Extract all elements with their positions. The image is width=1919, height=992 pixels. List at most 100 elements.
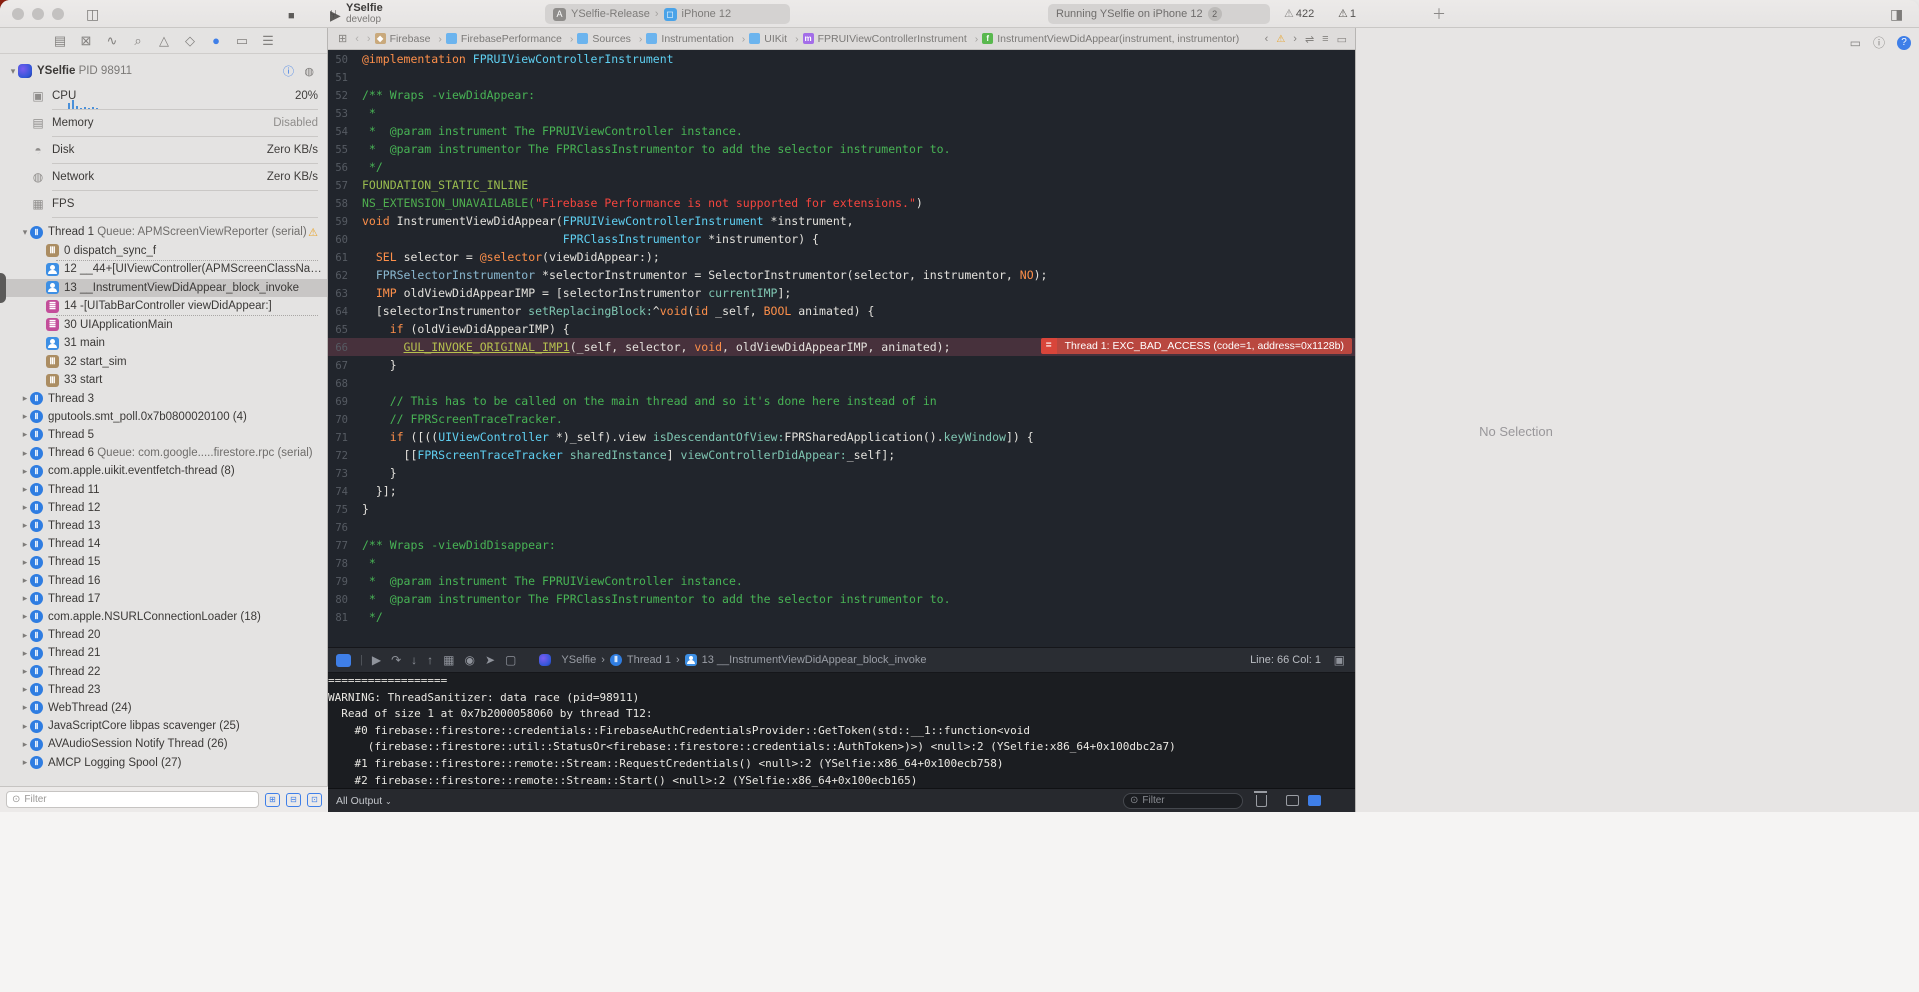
forward-navigation-icon[interactable]: › [367, 33, 371, 45]
line-number[interactable]: 68 [328, 375, 362, 393]
source-control-navigator-icon[interactable]: ⊠ [78, 33, 94, 49]
debug-crumb-label[interactable]: YSelfie [561, 654, 596, 666]
project-navigator-icon[interactable]: ▤ [52, 33, 68, 49]
console-view-toggle-icon[interactable] [1308, 795, 1321, 806]
line-number[interactable]: 58 [328, 195, 362, 213]
adjust-editor-icon[interactable]: ≡ [1322, 33, 1328, 45]
line-number[interactable]: 59 [328, 213, 362, 231]
line-number[interactable]: 60 [328, 231, 362, 249]
thread-row[interactable]: ▸ⅡThread 11 [0, 481, 327, 499]
console-scope-dropdown[interactable]: All Output ⌄ [336, 795, 392, 807]
reports-navigator-icon[interactable]: ☰ [260, 33, 276, 49]
line-number[interactable]: 79 [328, 573, 362, 591]
line-number[interactable]: 78 [328, 555, 362, 573]
thread-row[interactable]: ▸Ⅱgputools.smt_poll.0x7b0800020100 (4) [0, 408, 327, 426]
debug-console[interactable]: ==================WARNING: ThreadSanitiz… [328, 673, 1355, 788]
line-number[interactable]: 61 [328, 249, 362, 267]
breadcrumb-firebaseperformance[interactable]: FirebasePerformance› [446, 33, 573, 45]
stack-frame-14[interactable]: ≣14 -[UITabBarController viewDidAppear:] [0, 297, 327, 315]
gauge-row-network[interactable]: ◍NetworkZero KB/s [0, 163, 327, 190]
debug-crumb-label[interactable]: 13 __InstrumentViewDidAppear_block_invok… [702, 654, 927, 666]
step-out-icon[interactable]: ↑ [427, 653, 433, 667]
thread-row[interactable]: ▸ⅡThread 14 [0, 535, 327, 553]
gauge-row-cpu[interactable]: ▣CPU20% [0, 82, 327, 109]
line-number[interactable]: 56 [328, 159, 362, 177]
view-hierarchy-icon[interactable]: ▦ [443, 653, 454, 667]
thread-row[interactable]: ▸ⅡWebThread (24) [0, 699, 327, 717]
thread-row[interactable]: ▸ⅡThread 13 [0, 517, 327, 535]
process-row[interactable]: ▾YSelfie PID 98911ⓘ◍ [0, 62, 327, 80]
breadcrumb-instrumentation[interactable]: Instrumentation› [646, 33, 745, 45]
minimize-window-button[interactable] [32, 8, 44, 20]
toggle-navigator-icon[interactable]: ◫ [86, 5, 99, 23]
thread-row[interactable]: ▸ⅡThread 20 [0, 626, 327, 644]
close-window-button[interactable] [12, 8, 24, 20]
stack-icon[interactable]: ▢ [505, 653, 516, 667]
previous-issue-icon[interactable]: ‹ [1265, 33, 1269, 45]
breakpoints-navigator-icon[interactable]: ▭ [234, 33, 250, 49]
thread-row[interactable]: ▸ⅡThread 22 [0, 663, 327, 681]
filter-crashed-button[interactable]: ⊟ [286, 793, 301, 807]
thread-row[interactable]: ▸ⅡThread 21 [0, 644, 327, 662]
thread-row[interactable]: ▸ⅡAMCP Logging Spool (27) [0, 754, 327, 772]
line-number[interactable]: 77 [328, 537, 362, 555]
related-items-icon[interactable]: ⊞ [338, 32, 347, 45]
line-number[interactable]: 57 [328, 177, 362, 195]
scheme-selector[interactable]: A YSelfie-Release › ◻ iPhone 12 [545, 4, 790, 24]
thread-row[interactable]: ▸ⅡThread 6 Queue: com.google.....firesto… [0, 444, 327, 462]
thread-row[interactable]: ▸ⅡAVAudioSession Notify Thread (26) [0, 735, 327, 753]
memory-graph-icon[interactable]: ◉ [465, 653, 475, 667]
navigator-filter-input[interactable]: ⊙ Filter [6, 791, 259, 808]
line-number[interactable]: 66 [328, 339, 362, 357]
find-navigator-icon[interactable]: ⌕ [130, 33, 146, 49]
library-add-button[interactable]: ＋ [1432, 5, 1446, 23]
history-inspector-icon[interactable]: ⓘ [1873, 34, 1885, 51]
tests-navigator-icon[interactable]: ◇ [182, 33, 198, 49]
editor-options-icon[interactable]: ▭ [1337, 33, 1347, 46]
line-number[interactable]: 64 [328, 303, 362, 321]
breadcrumb-uikit[interactable]: UIKit› [749, 33, 798, 45]
thread-row[interactable]: ▸ⅡThread 12 [0, 499, 327, 517]
line-number[interactable]: 74 [328, 483, 362, 501]
debug-crumb-label[interactable]: Thread 1 [627, 654, 671, 666]
line-number[interactable]: 80 [328, 591, 362, 609]
thread-row[interactable]: ▸ⅡThread 3 [0, 390, 327, 408]
code-review-icon[interactable]: ⇌ [1305, 33, 1314, 46]
continue-icon[interactable]: ▶ [372, 653, 381, 667]
line-number[interactable]: 55 [328, 141, 362, 159]
line-number[interactable]: 75 [328, 501, 362, 519]
line-number[interactable]: 70 [328, 411, 362, 429]
gauge-row-memory[interactable]: ▤MemoryDisabled [0, 109, 327, 136]
step-over-icon[interactable]: ↷ [391, 653, 401, 667]
line-number[interactable]: 63 [328, 285, 362, 303]
line-number[interactable]: 76 [328, 519, 362, 537]
back-navigation-icon[interactable]: ‹ [355, 33, 359, 45]
line-number[interactable]: 54 [328, 123, 362, 141]
thread-row-thread-1[interactable]: ▾ⅡThread 1 Queue: APMScreenViewReporter … [0, 223, 327, 241]
breadcrumb-fpruiviewcontrollerinstrument[interactable]: mFPRUIViewControllerInstrument› [803, 33, 979, 45]
console-pane-icon[interactable]: ▣ [1334, 653, 1345, 667]
quick-help-inspector-icon[interactable]: ? [1897, 36, 1911, 50]
gauge-row-disk[interactable]: ◓DiskZero KB/s [0, 136, 327, 163]
line-number[interactable]: 81 [328, 609, 362, 627]
thread-row[interactable]: ▸ⅡThread 17 [0, 590, 327, 608]
symbols-navigator-icon[interactable]: ∿ [104, 33, 120, 49]
line-number[interactable]: 71 [328, 429, 362, 447]
stop-button[interactable]: ■ [288, 7, 295, 25]
stack-frame-31[interactable]: 31 main [0, 334, 327, 352]
stack-frame-32[interactable]: Ⅲ32 start_sim [0, 353, 327, 371]
info-icon[interactable]: ⓘ [283, 63, 294, 79]
stack-frame-13[interactable]: 13 __InstrumentViewDidAppear_block_invok… [0, 279, 327, 297]
breadcrumb-instrumentviewdidappear-instru[interactable]: fInstrumentViewDidAppear(instrument, ins… [982, 33, 1239, 45]
debug-navigator-icon[interactable]: ● [208, 33, 224, 48]
hide-debug-area-button[interactable] [336, 654, 351, 667]
activity-status[interactable]: Running YSelfie on iPhone 12 2 [1048, 4, 1270, 24]
zoom-window-button[interactable] [52, 8, 64, 20]
gauge-row-fps[interactable]: ▦FPS [0, 190, 327, 217]
stack-frame-30[interactable]: ≣30 UIApplicationMain [0, 316, 327, 334]
filter-flag-button[interactable]: ⊞ [265, 793, 280, 807]
issues-navigator-icon[interactable]: △ [156, 33, 172, 49]
toggle-inspector-icon[interactable]: ◨ [1890, 5, 1903, 23]
line-number[interactable]: 50 [328, 51, 362, 69]
line-number[interactable]: 67 [328, 357, 362, 375]
